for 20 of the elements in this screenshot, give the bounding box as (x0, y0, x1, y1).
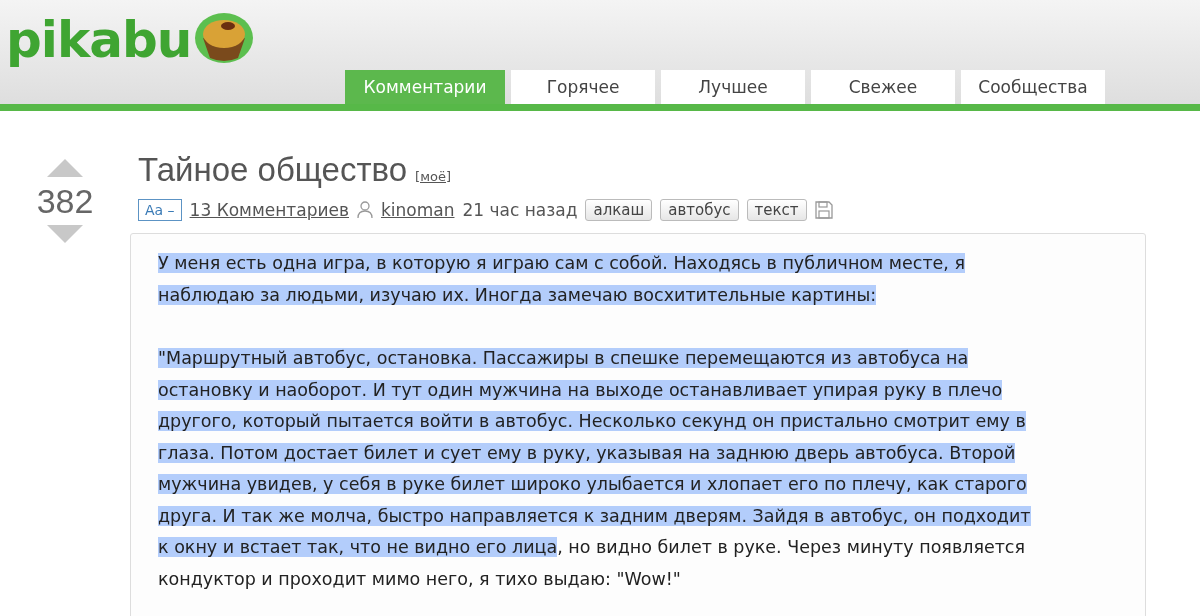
nav-tab[interactable]: Лучшее (661, 70, 805, 104)
nav-tab[interactable]: Горячее (511, 70, 655, 104)
tag-button[interactable]: текст (746, 199, 807, 221)
font-size-button[interactable]: Аа – (138, 199, 182, 221)
save-icon[interactable] (814, 201, 833, 219)
nav-tab[interactable]: Сообщества (961, 70, 1105, 104)
user-icon (357, 201, 373, 219)
tag-button[interactable]: автобус (660, 199, 739, 221)
title-tag-link[interactable]: [моё] (415, 169, 451, 184)
post-time: 21 час назад (462, 200, 578, 220)
tag-button[interactable]: алкаш (585, 199, 653, 221)
downvote-icon[interactable] (47, 225, 83, 243)
post-paragraph: "Маршрутный автобус, остановка. Пассажиры в спешке перемещаются из автобуса на остановку и наоборот. И тут один мужчина на выходе останавливает упирая руку в плечо другого, который пытается войти в автобус. Несколько секунд он пристально смотрит ему в глаза. Потом достает билет и сует ему в руку, указывая на заднюю дверь автобуса. Второй мужчина увидев, у себя в руке билет широко улыбается и хлопает его по плечу, как старого друга. И так же молча, быстро направляется к задним дверям. Зайдя в автобус, он подходит к окну и встает так, что не видно его лица, но видно билет в руке. Через минуту появляется кондуктор и проходит мимо него, я тихо выдаю: "Wow!" (158, 347, 1032, 591)
post-paragraph: У меня есть одна игра, в которую я играю сам с собой. Находясь в публичном месте, я наблюдаю за людьми, изучаю их. Иногда замечаю восхитительные картины: (158, 252, 967, 307)
nav-tab[interactable]: Свежее (811, 70, 955, 104)
author-link[interactable]: kinoman (381, 200, 455, 220)
comments-link[interactable]: 13 Комментариев (189, 200, 349, 220)
post-score: 382 (36, 183, 94, 219)
post-title[interactable]: Тайное общество (138, 151, 408, 189)
upvote-icon[interactable] (47, 159, 83, 177)
